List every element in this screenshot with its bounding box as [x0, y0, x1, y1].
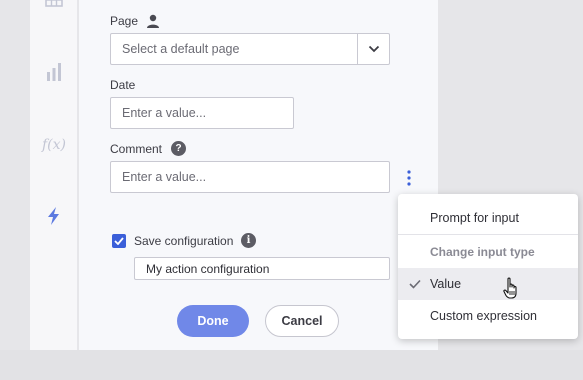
background-area	[0, 350, 583, 380]
page-select-placeholder: Select a default page	[122, 42, 240, 56]
menu-item-custom-label: Custom expression	[430, 309, 537, 323]
bar-chart-icon[interactable]	[44, 62, 64, 82]
menu-item-prompt-label: Prompt for input	[430, 211, 519, 225]
cancel-button[interactable]: Cancel	[265, 305, 339, 337]
page-label: Page	[110, 14, 139, 28]
menu-header-label: Change input type	[430, 245, 535, 259]
comment-input[interactable]: Enter a value...	[110, 161, 390, 193]
menu-item-prompt[interactable]: Prompt for input	[398, 202, 578, 234]
date-label: Date	[110, 78, 136, 92]
table-icon[interactable]	[44, 0, 64, 14]
checkmark-icon	[114, 237, 124, 245]
date-input-placeholder: Enter a value...	[122, 106, 207, 120]
config-name-input[interactable]: My action configuration	[134, 257, 390, 280]
help-icon[interactable]: ?	[171, 141, 186, 156]
menu-item-value[interactable]: Value	[398, 268, 578, 300]
side-toolbar: f(x)	[30, 0, 78, 350]
check-icon	[409, 279, 421, 289]
config-name-value: My action configuration	[146, 261, 270, 276]
comment-input-placeholder: Enter a value...	[122, 170, 207, 184]
save-config-checkbox[interactable]	[112, 234, 126, 248]
menu-divider	[398, 234, 578, 235]
info-icon[interactable]: i	[241, 233, 256, 248]
save-config-label: Save configuration	[134, 234, 234, 248]
menu-item-value-label: Value	[430, 277, 462, 291]
input-type-menu: Prompt for input Change input type Value…	[398, 194, 578, 339]
chevron-down-icon[interactable]	[357, 34, 389, 64]
lightning-icon[interactable]	[44, 206, 64, 226]
date-input[interactable]: Enter a value...	[110, 97, 294, 129]
comment-label: Comment	[110, 142, 163, 156]
svg-text:f(x): f(x)	[41, 137, 66, 153]
hand-cursor-icon	[503, 277, 521, 301]
function-icon[interactable]: f(x)	[41, 134, 67, 154]
user-icon	[145, 13, 161, 29]
more-options-icon[interactable]	[403, 169, 415, 187]
page-select[interactable]: Select a default page	[110, 33, 390, 65]
done-button[interactable]: Done	[177, 305, 249, 337]
menu-item-custom-expression[interactable]: Custom expression	[398, 300, 578, 332]
menu-header: Change input type	[398, 236, 578, 268]
